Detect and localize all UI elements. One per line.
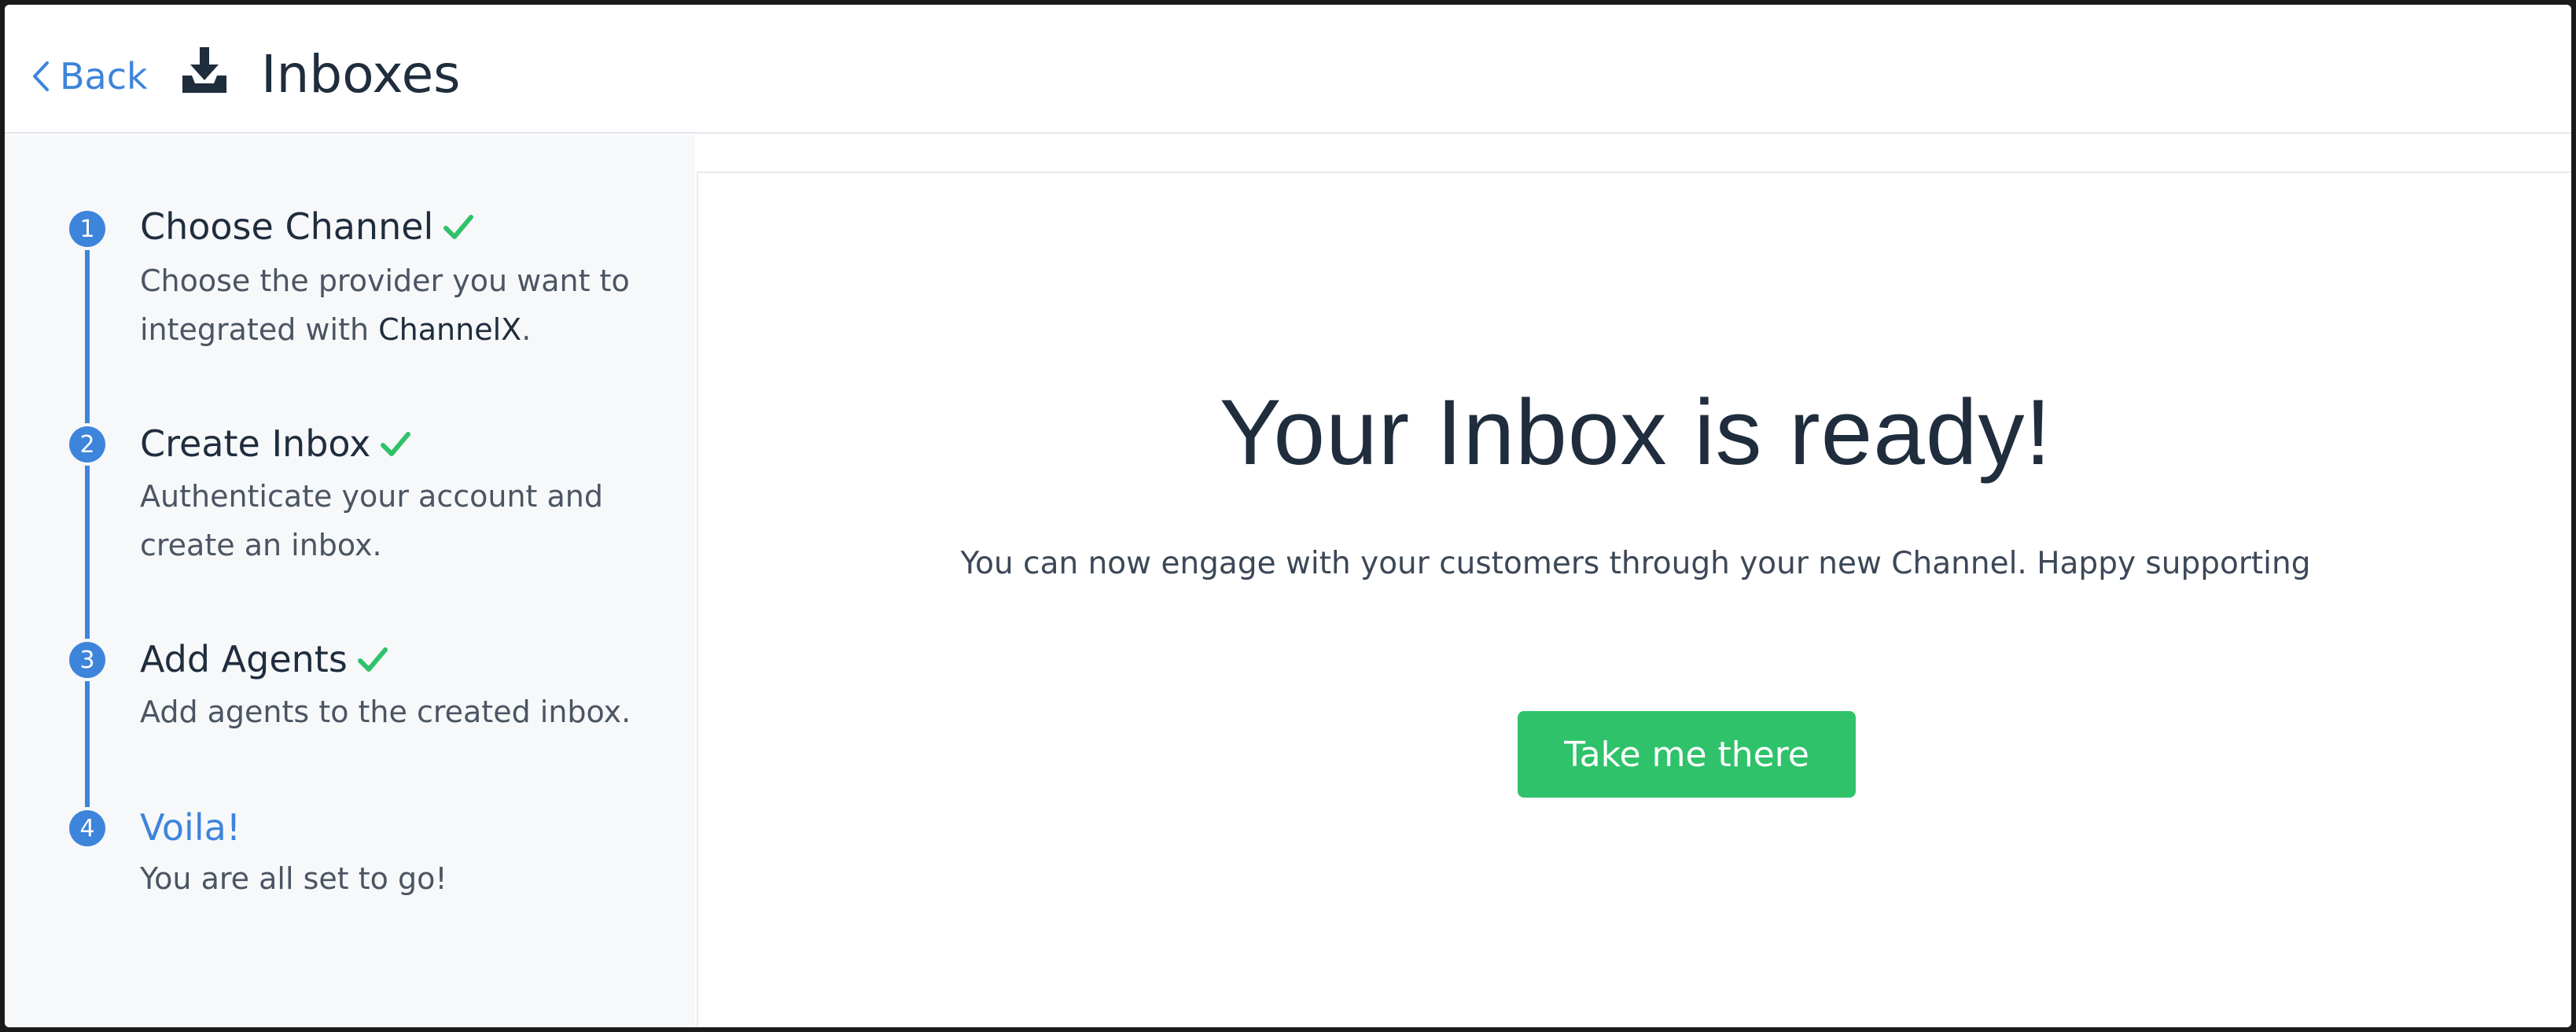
inbox-download-icon xyxy=(182,47,226,93)
back-button[interactable]: Back xyxy=(28,49,148,104)
step-title-text: Create Inbox xyxy=(140,422,371,465)
step-number-badge: 3 xyxy=(69,642,105,678)
step-description-end: . xyxy=(521,312,532,347)
checkmark-icon xyxy=(443,215,474,239)
step-title-text: Choose Channel xyxy=(140,205,434,248)
step-title: Create Inbox xyxy=(140,420,411,467)
page-title: Inboxes xyxy=(261,44,461,105)
step-description: Choose the provider you want to integrat… xyxy=(140,256,675,354)
app-window: Back Inboxes 1 Choose Channel Choose the… xyxy=(5,5,2571,1027)
step-description: Add agents to the created inbox. xyxy=(140,695,631,729)
take-me-there-button[interactable]: Take me there xyxy=(1518,711,1856,798)
main-panel: Your Inbox is ready! You can now engage … xyxy=(697,171,2571,1027)
timeline-line xyxy=(85,230,90,834)
step-description: Authenticate your account and create an … xyxy=(140,479,603,562)
wizard-steps-sidebar: 1 Choose Channel Choose the provider you… xyxy=(5,135,695,1027)
checkmark-icon xyxy=(357,647,388,672)
step-title-text: Voila! xyxy=(140,806,241,849)
chevron-left-icon xyxy=(33,61,49,91)
step-number-badge: 4 xyxy=(69,810,105,846)
step-title: Voila! xyxy=(140,804,241,851)
channel-brand-name: ChannelX xyxy=(378,312,522,347)
step-title: Add Agents xyxy=(140,636,388,683)
success-heading: Your Inbox is ready! xyxy=(1219,381,2052,485)
step-title-text: Add Agents xyxy=(140,638,348,680)
step-number-badge: 2 xyxy=(69,426,105,463)
step-title: Choose Channel xyxy=(140,203,474,250)
step-number-badge: 1 xyxy=(69,211,105,247)
success-message: You can now engage with your customers t… xyxy=(960,546,2311,581)
page-header: Back Inboxes xyxy=(5,5,2571,134)
step-description: You are all set to go! xyxy=(140,861,447,896)
checkmark-icon xyxy=(381,432,411,456)
back-label: Back xyxy=(60,55,148,98)
